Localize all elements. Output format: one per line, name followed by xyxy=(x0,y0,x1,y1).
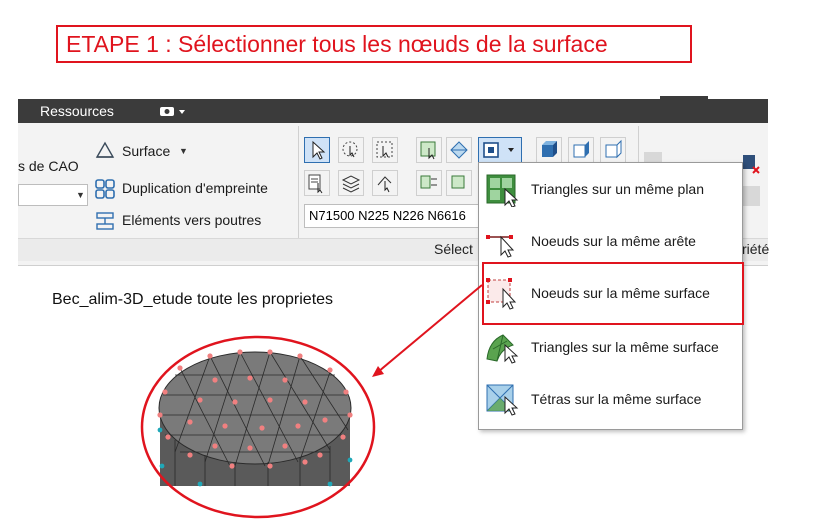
annotation-overlay xyxy=(140,284,483,519)
annotation-arrow xyxy=(377,284,483,373)
mesh-model xyxy=(157,349,353,487)
